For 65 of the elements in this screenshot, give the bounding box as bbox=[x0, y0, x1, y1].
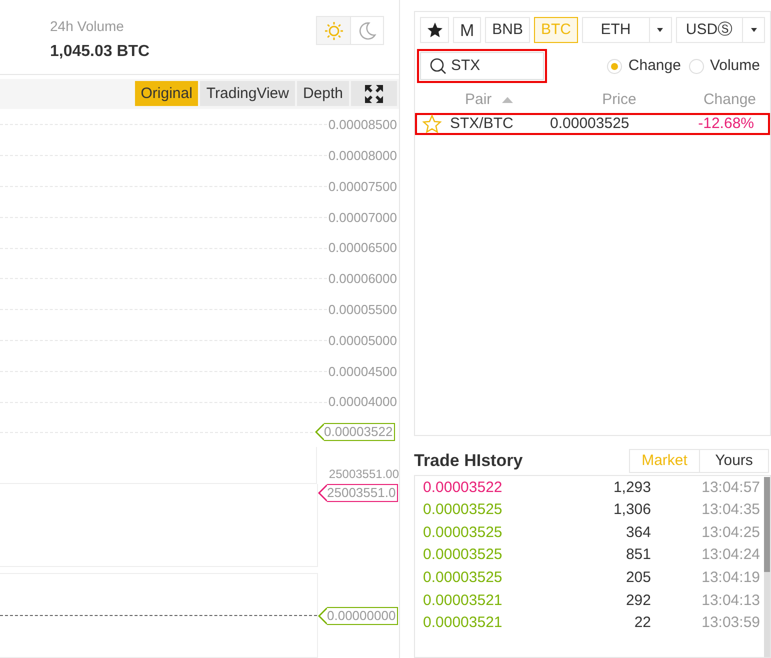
trade-time: 13:04:19 bbox=[700, 568, 760, 588]
trade-time: 13:04:57 bbox=[700, 478, 760, 498]
star-icon[interactable] bbox=[422, 114, 442, 134]
axis-label: 25003551.00 bbox=[328, 468, 399, 480]
axis-label: 0.00008500 bbox=[327, 116, 398, 134]
sun-icon bbox=[324, 20, 344, 40]
section-title: Trade HIstory bbox=[414, 450, 523, 472]
trade-price: 0.00003525 bbox=[423, 522, 504, 543]
tag-pointer-icon bbox=[318, 606, 327, 625]
axis-label: 0.00007500 bbox=[327, 178, 398, 196]
trade-amount: 851 bbox=[624, 545, 651, 566]
trade-price: 0.00003521 bbox=[423, 590, 504, 611]
caret-icon bbox=[657, 28, 664, 32]
sort-radio[interactable]: Change bbox=[607, 54, 681, 78]
axis-label: 0.00005000 bbox=[327, 332, 398, 350]
volume-value: 1,045.03 BTC bbox=[50, 42, 150, 62]
column-header: Price bbox=[601, 90, 638, 110]
caret-icon bbox=[750, 28, 757, 32]
quote-tab[interactable]: M bbox=[454, 18, 480, 42]
axis-label: 0.00004500 bbox=[327, 362, 398, 381]
tag-pointer-icon bbox=[318, 484, 327, 502]
trade-amount: 364 bbox=[624, 522, 651, 543]
moon-icon bbox=[357, 20, 377, 40]
trade-time: 13:04:24 bbox=[700, 545, 760, 566]
favorites-tab[interactable] bbox=[420, 17, 449, 43]
trade-amount: 205 bbox=[624, 568, 651, 588]
trade-time: 13:04:35 bbox=[700, 500, 760, 520]
history-tab[interactable]: Yours bbox=[699, 450, 768, 472]
chart-tab[interactable]: TradingView bbox=[200, 81, 295, 106]
axis-label: 0.00008000 bbox=[327, 146, 398, 165]
axis-label: 0.00006000 bbox=[327, 270, 398, 288]
star-icon bbox=[426, 21, 444, 39]
sort-radio[interactable]: Volume bbox=[688, 54, 760, 78]
volume-label: 24h Volume bbox=[50, 17, 125, 36]
axis-label: 0.00004000 bbox=[327, 393, 398, 412]
fullscreen-icon bbox=[364, 84, 384, 104]
trade-time: 13:04:13 bbox=[700, 590, 760, 611]
trade-price: 0.00003525 bbox=[423, 545, 504, 566]
trade-amount: 22 bbox=[633, 613, 651, 634]
sort-arrow-icon bbox=[502, 97, 513, 103]
trade-time: 13:04:25 bbox=[700, 522, 760, 543]
trade-amount: 1,306 bbox=[612, 500, 651, 520]
trade-price: 0.00003522 bbox=[423, 478, 504, 498]
chart-tab[interactable]: Depth bbox=[296, 81, 349, 106]
trade-price: 0.00003525 bbox=[423, 500, 504, 520]
column-header: Change bbox=[703, 90, 756, 110]
tag-pointer-icon bbox=[315, 423, 324, 442]
scrollbar[interactable] bbox=[764, 476, 770, 657]
axis-label: 0.00005500 bbox=[327, 300, 398, 319]
pair-change: -12.68% bbox=[698, 114, 754, 134]
trade-amount: 292 bbox=[624, 590, 651, 611]
chart-tab[interactable]: Original bbox=[134, 81, 198, 106]
trade-amount: 1,293 bbox=[612, 478, 651, 498]
axis-label: 0.00006500 bbox=[327, 239, 398, 258]
quote-tab[interactable]: BNB bbox=[486, 18, 530, 42]
fullscreen-button[interactable] bbox=[351, 81, 397, 106]
trade-price: 0.00003525 bbox=[423, 568, 504, 588]
search-field[interactable]: STX bbox=[420, 52, 544, 80]
pair-row[interactable]: STX/BTC 0.00003525 -12.68% bbox=[415, 113, 770, 135]
search-icon bbox=[429, 57, 447, 75]
pair-price: 0.00003525 bbox=[550, 114, 630, 134]
axis-label: 0.00007000 bbox=[327, 208, 398, 227]
pair-name: STX/BTC bbox=[450, 114, 514, 134]
trade-price: 0.00003521 bbox=[423, 613, 504, 634]
trade-time: 13:03:59 bbox=[700, 613, 760, 634]
